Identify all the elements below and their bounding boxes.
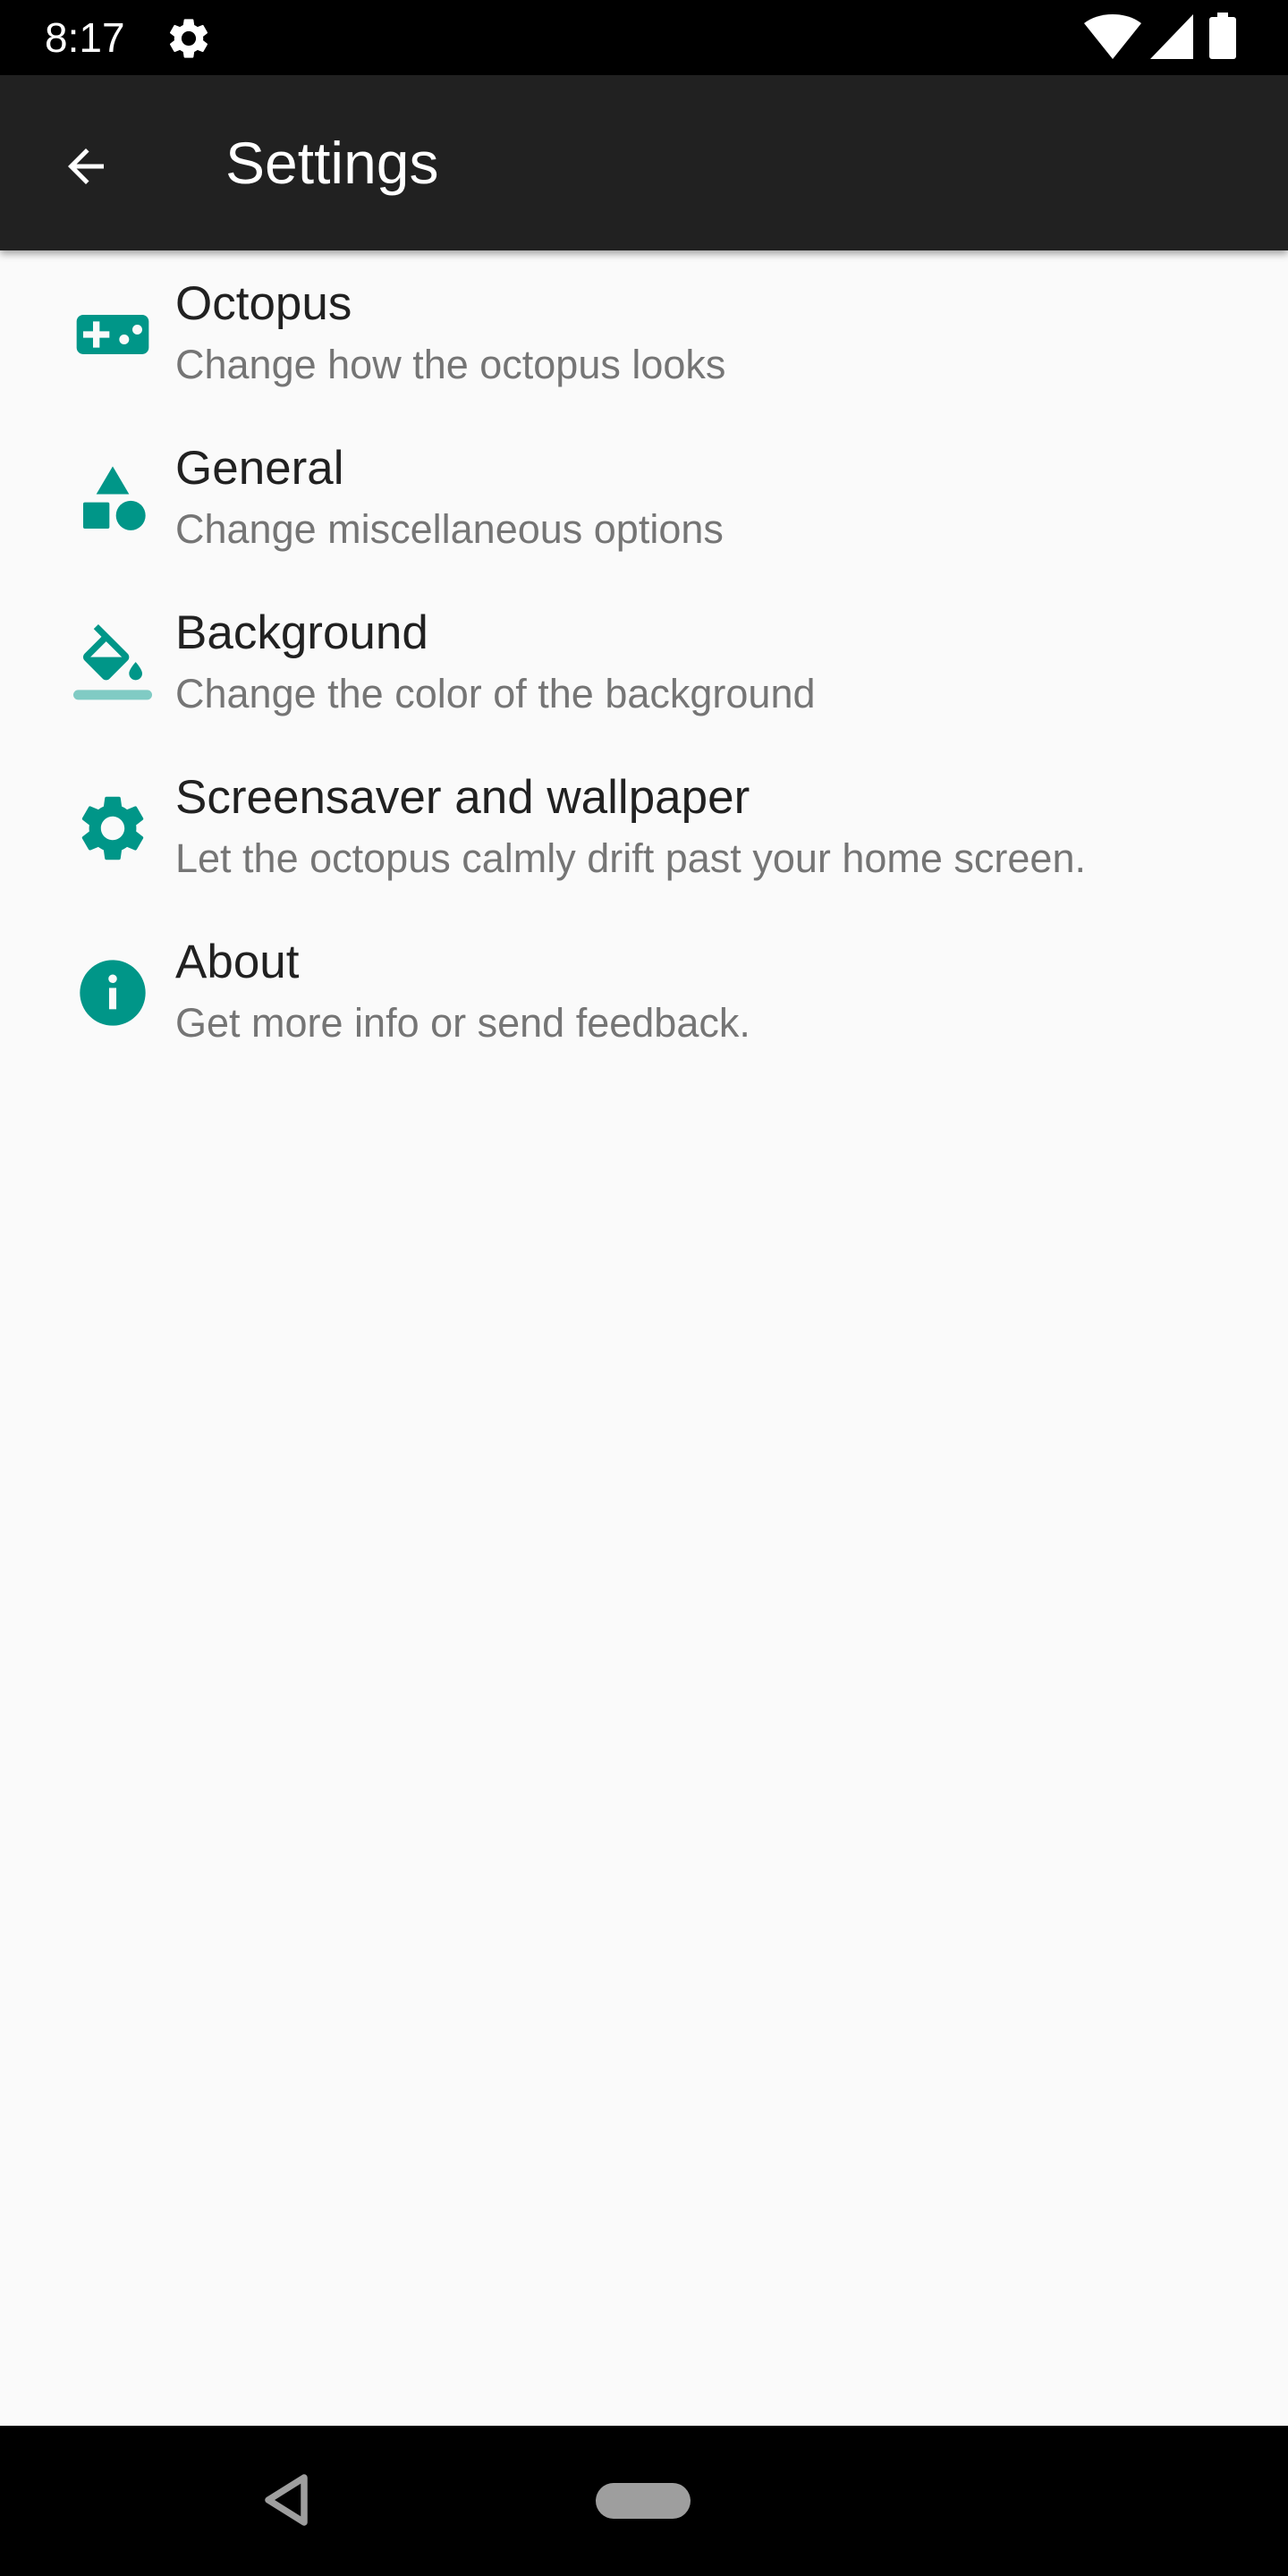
app-bar: Settings: [0, 75, 1288, 250]
gamepad-icon: [76, 315, 149, 354]
settings-item-summary: Change how the octopus looks: [175, 342, 726, 387]
arrow-back-icon: [68, 148, 104, 184]
info-icon: [80, 960, 146, 1026]
settings-item-summary: Get more info or send feedback.: [175, 1000, 750, 1046]
settings-item-title: Screensaver and wallpaper: [175, 771, 750, 824]
settings-item-title: About: [175, 936, 300, 988]
gear-icon: [81, 796, 144, 860]
settings-item-screensaver[interactable]: Screensaver and wallpaper Let the octopu…: [0, 744, 1288, 909]
settings-item-title: Octopus: [175, 277, 352, 330]
settings-item-title: Background: [175, 606, 428, 659]
shapes-icon: [83, 466, 146, 530]
settings-item-summary: Let the octopus calmly drift past your h…: [175, 835, 1086, 881]
settings-screen: 8:17 Settings Octopus Change how the oct…: [0, 0, 1288, 2576]
settings-item-summary: Change the color of the background: [175, 671, 816, 716]
status-time: 8:17: [45, 14, 125, 61]
nav-home-pill[interactable]: [596, 2483, 691, 2519]
settings-item-title: General: [175, 442, 344, 495]
settings-item-about[interactable]: About Get more info or send feedback.: [0, 909, 1288, 1073]
battery-icon: [1209, 13, 1236, 59]
settings-item-general[interactable]: General Change miscellaneous options: [0, 415, 1288, 580]
gear-icon: [169, 19, 208, 58]
settings-list: Octopus Change how the octopus looks Gen…: [0, 250, 1288, 1073]
settings-item-summary: Change miscellaneous options: [175, 506, 724, 552]
navigation-bar: [0, 2426, 1288, 2576]
settings-item-octopus[interactable]: Octopus Change how the octopus looks: [0, 250, 1288, 415]
nav-back-icon[interactable]: [259, 2470, 313, 2529]
paint-bucket-icon: [73, 624, 152, 700]
signal-icon: [1150, 14, 1193, 59]
status-bar: 8:17: [0, 0, 1288, 75]
back-button[interactable]: [34, 122, 141, 208]
page-title: Settings: [225, 130, 439, 196]
wifi-icon: [1084, 14, 1141, 59]
settings-item-background[interactable]: Background Change the color of the backg…: [0, 580, 1288, 744]
